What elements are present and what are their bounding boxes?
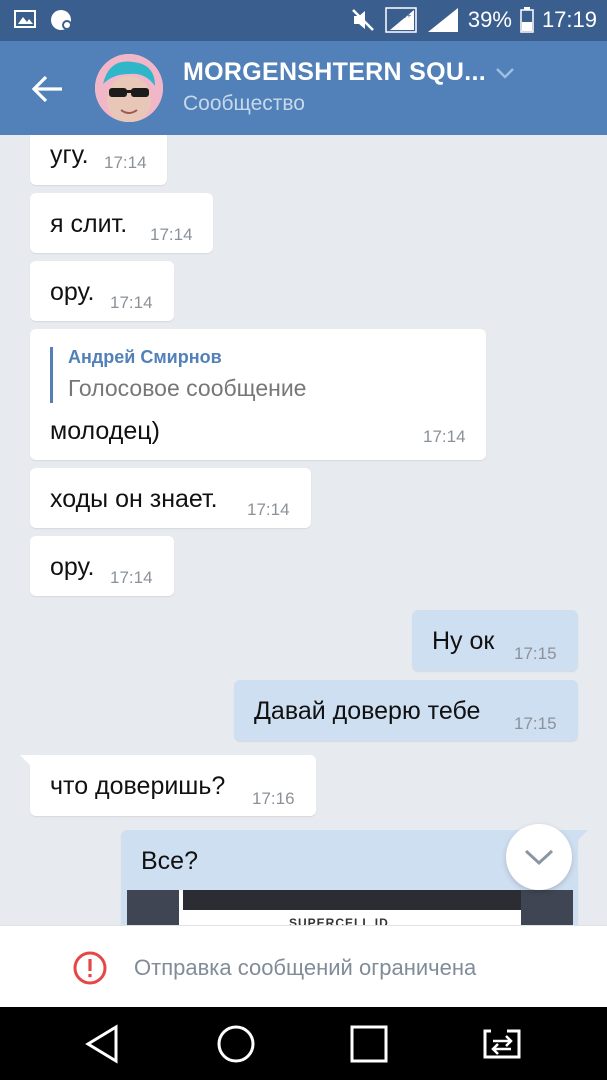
message-list[interactable]: угу. 17:14 я слит. 17:14 ору. 17:14 Андр… [0,135,607,925]
scroll-down-button[interactable] [506,824,572,890]
message-text: Все? [141,847,198,875]
message-text: я слит. [50,210,128,238]
message-text: Ну ок [432,627,495,655]
message-bubble[interactable]: что доверишь? 17:16 [20,755,316,816]
chat-subtitle: Сообщество [183,92,305,115]
message-text: молодец) [50,417,160,445]
message-bubble-outgoing[interactable]: Давай доверю тебе 17:15 [234,680,578,741]
battery-icon [520,7,534,33]
mute-icon [352,9,374,31]
message-text: Давай доверю тебе [254,697,481,725]
message-bubble[interactable]: ходы он знает. 17:14 [30,468,311,528]
battery-percent: 39% [467,7,512,32]
message-text: что доверишь? [50,772,226,800]
message-time: 17:14 [150,225,193,244]
message-time: 17:14 [423,427,466,446]
message-text: угу. [50,141,89,169]
message-text: ору. [50,553,95,581]
circle-home-icon[interactable] [215,1023,257,1065]
messaging-restricted-bar: Отправка сообщений ограничена [0,925,607,1008]
photo-caption: SUPERCELL ID [289,916,389,925]
square-recents-icon[interactable] [348,1023,390,1065]
message-bubble-reply[interactable]: Андрей Смирнов Голосовое сообщение молод… [30,329,486,460]
signal-4g-icon: 4G+ [385,7,417,33]
bubble-tail [20,755,34,769]
message-time: 17:14 [247,500,290,519]
status-time: 17:19 [541,7,597,32]
message-text: ору. [50,278,95,306]
bubble-tail [574,830,588,844]
message-time: 17:14 [110,568,153,587]
message-bubble[interactable]: ору. 17:14 [30,261,174,321]
message-time: 17:15 [514,644,557,663]
chevron-down-icon[interactable] [495,66,515,80]
triangle-back-icon[interactable] [82,1023,124,1065]
app-notification-icon [51,10,72,30]
message-bubble[interactable]: угу. 17:14 [30,135,167,185]
photo-attachment[interactable]: SUPERCELL ID [127,890,573,925]
avatar[interactable] [95,54,163,122]
reply-author[interactable]: Андрей Смирнов [68,347,222,368]
arrow-left-icon[interactable] [30,71,66,107]
message-bubble-outgoing[interactable]: Ну ок 17:15 [412,610,578,671]
switch-apps-icon[interactable] [481,1023,523,1065]
exclamation-circle-icon [73,951,107,985]
message-time: 17:14 [110,293,153,312]
message-time: 17:14 [104,153,147,172]
chat-header: MORGENSHTERN SQU... Сообщество [0,41,607,135]
svg-text:4G+: 4G+ [396,11,412,20]
signal-icon [427,8,458,32]
system-navigation-bar [0,1007,607,1080]
chevron-down-icon [524,849,554,866]
status-bar: 4G+ 39% 17:19 [0,0,607,41]
message-time: 17:15 [514,714,557,733]
message-bubble[interactable]: ору. 17:14 [30,536,174,596]
reply-text: Голосовое сообщение [68,375,307,401]
reply-quote-bar [50,347,53,403]
message-bubble[interactable]: я слит. 17:14 [30,193,213,253]
message-time: 17:16 [252,789,295,808]
message-text: ходы он знает. [50,485,218,513]
restricted-text: Отправка сообщений ограничена [134,955,477,980]
chat-title[interactable]: MORGENSHTERN SQU... [183,58,486,87]
image-icon [14,10,36,28]
